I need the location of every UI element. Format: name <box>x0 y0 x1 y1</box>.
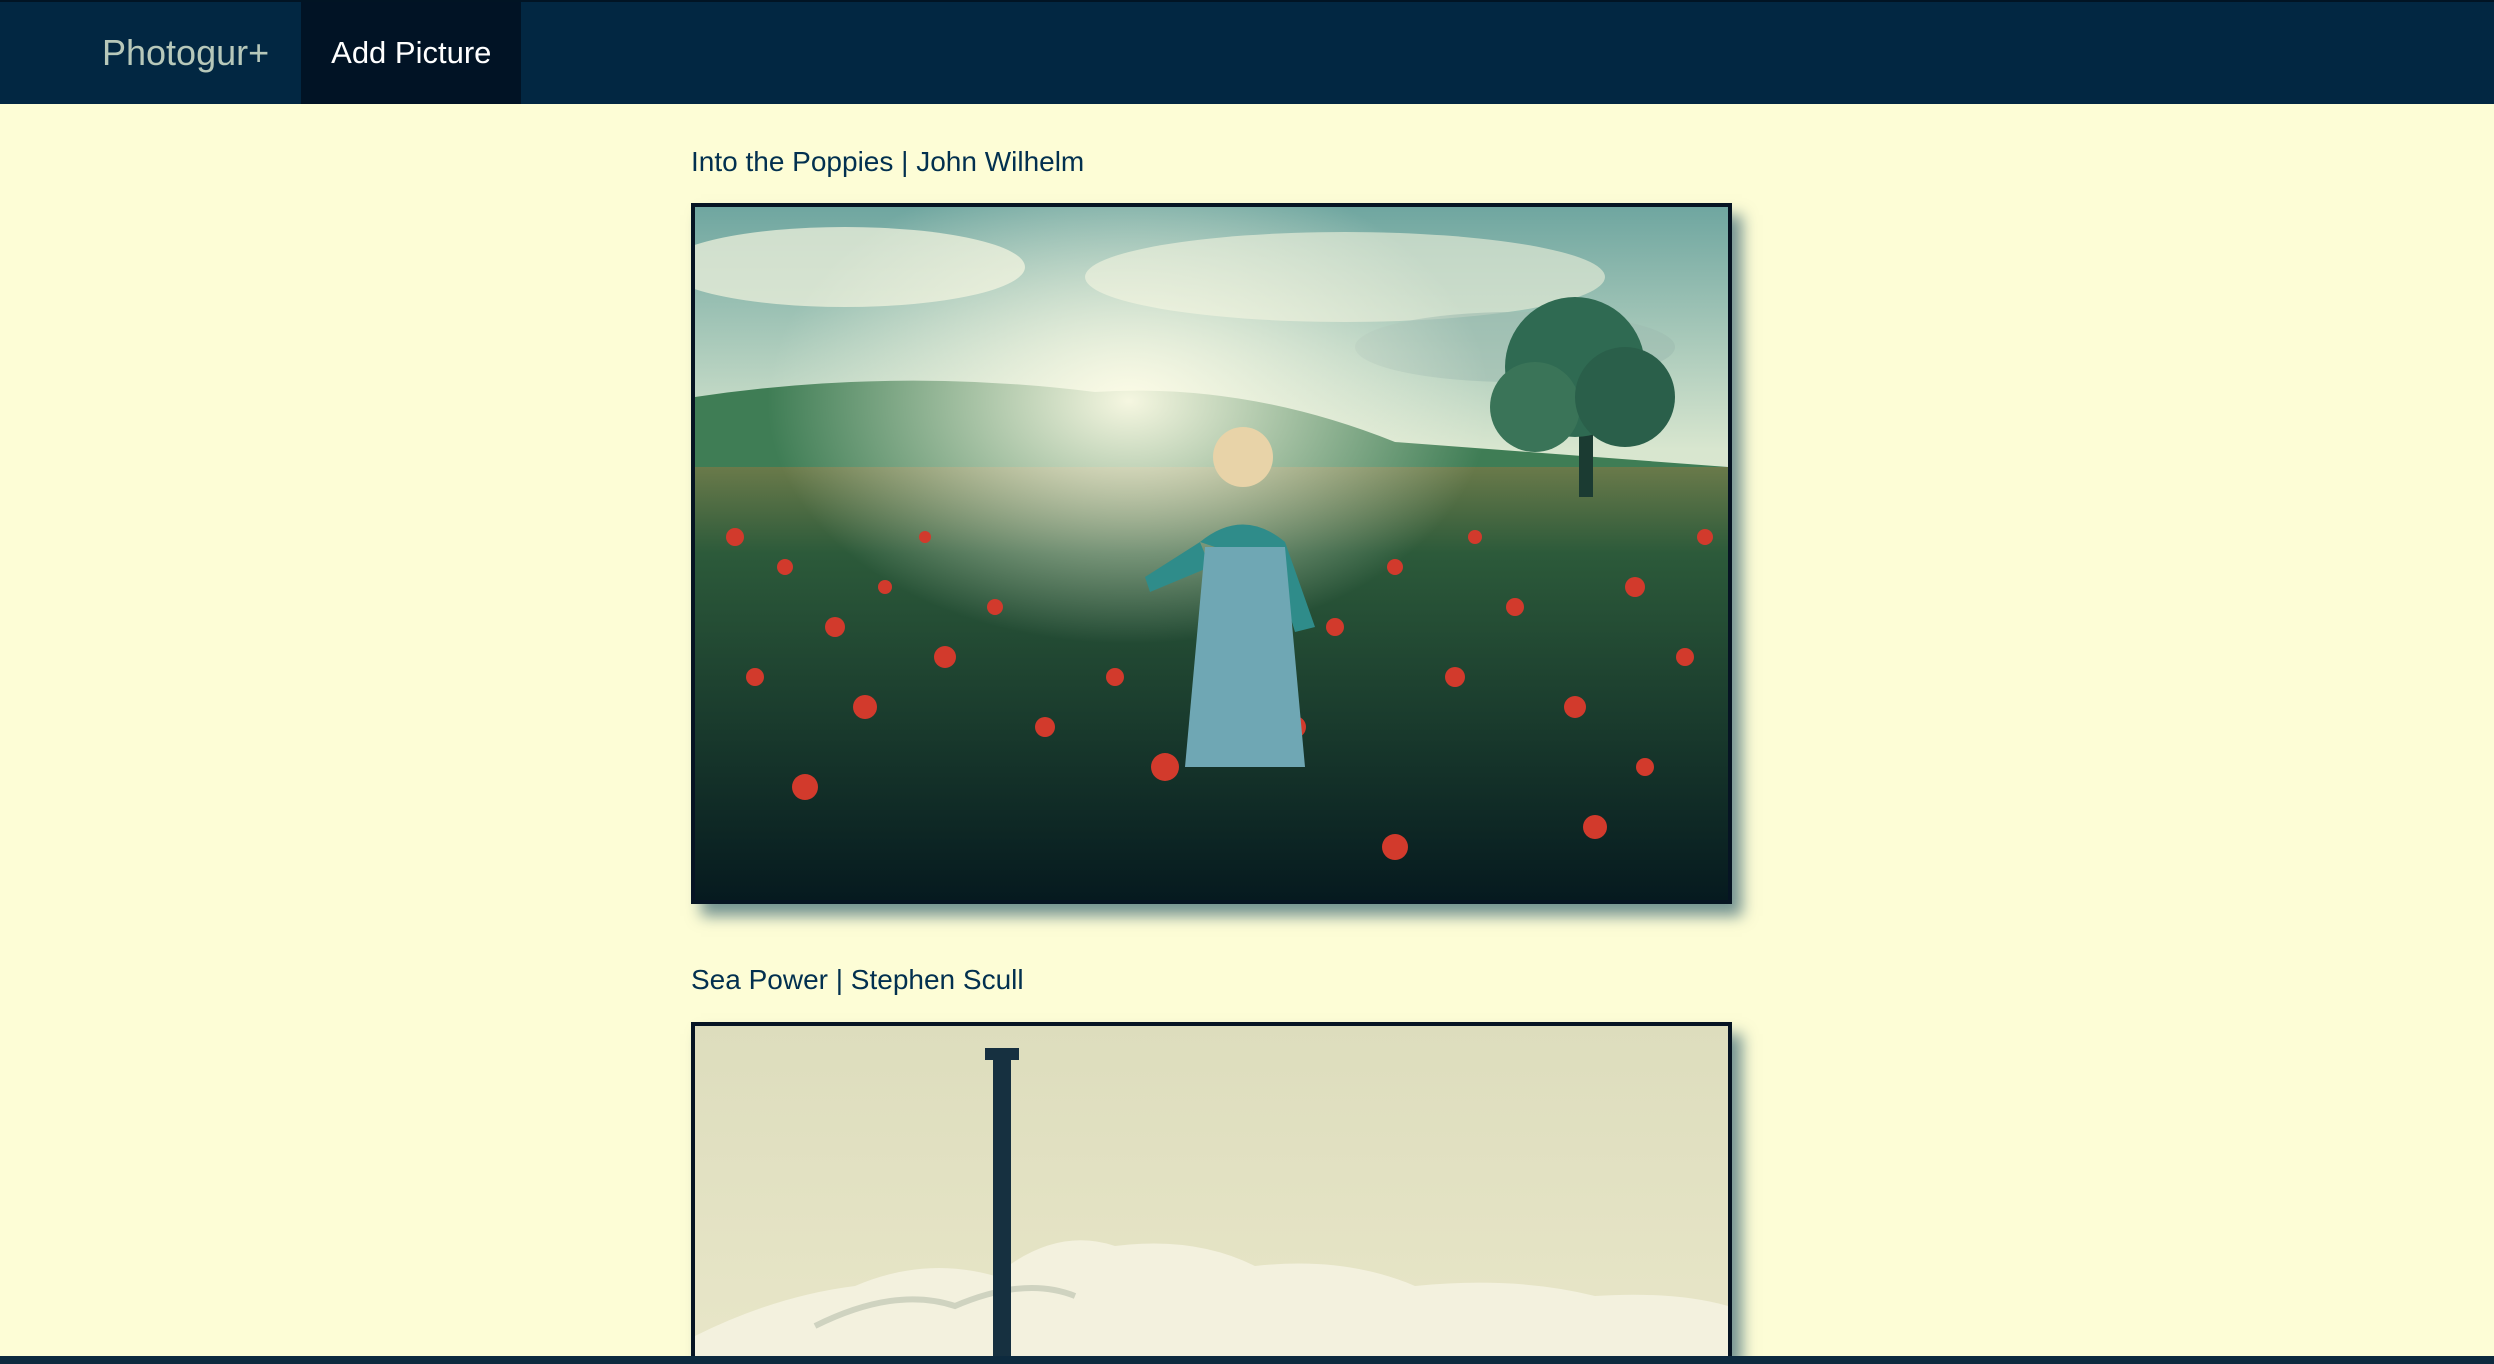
post-image[interactable] <box>691 203 1732 904</box>
brand-link[interactable]: Photogur+ <box>70 2 301 104</box>
bottom-edge <box>0 1356 2494 1364</box>
post-image[interactable] <box>691 1022 1732 1356</box>
poppies-photo <box>695 207 1728 900</box>
post-title[interactable]: Into the Poppies | John Wilhelm <box>691 146 1084 178</box>
post-title[interactable]: Sea Power | Stephen Scull <box>691 964 1024 996</box>
sea-power-photo <box>695 1026 1728 1356</box>
add-picture-link[interactable]: Add Picture <box>301 2 522 104</box>
top-navbar: Photogur+ Add Picture <box>0 0 2494 104</box>
